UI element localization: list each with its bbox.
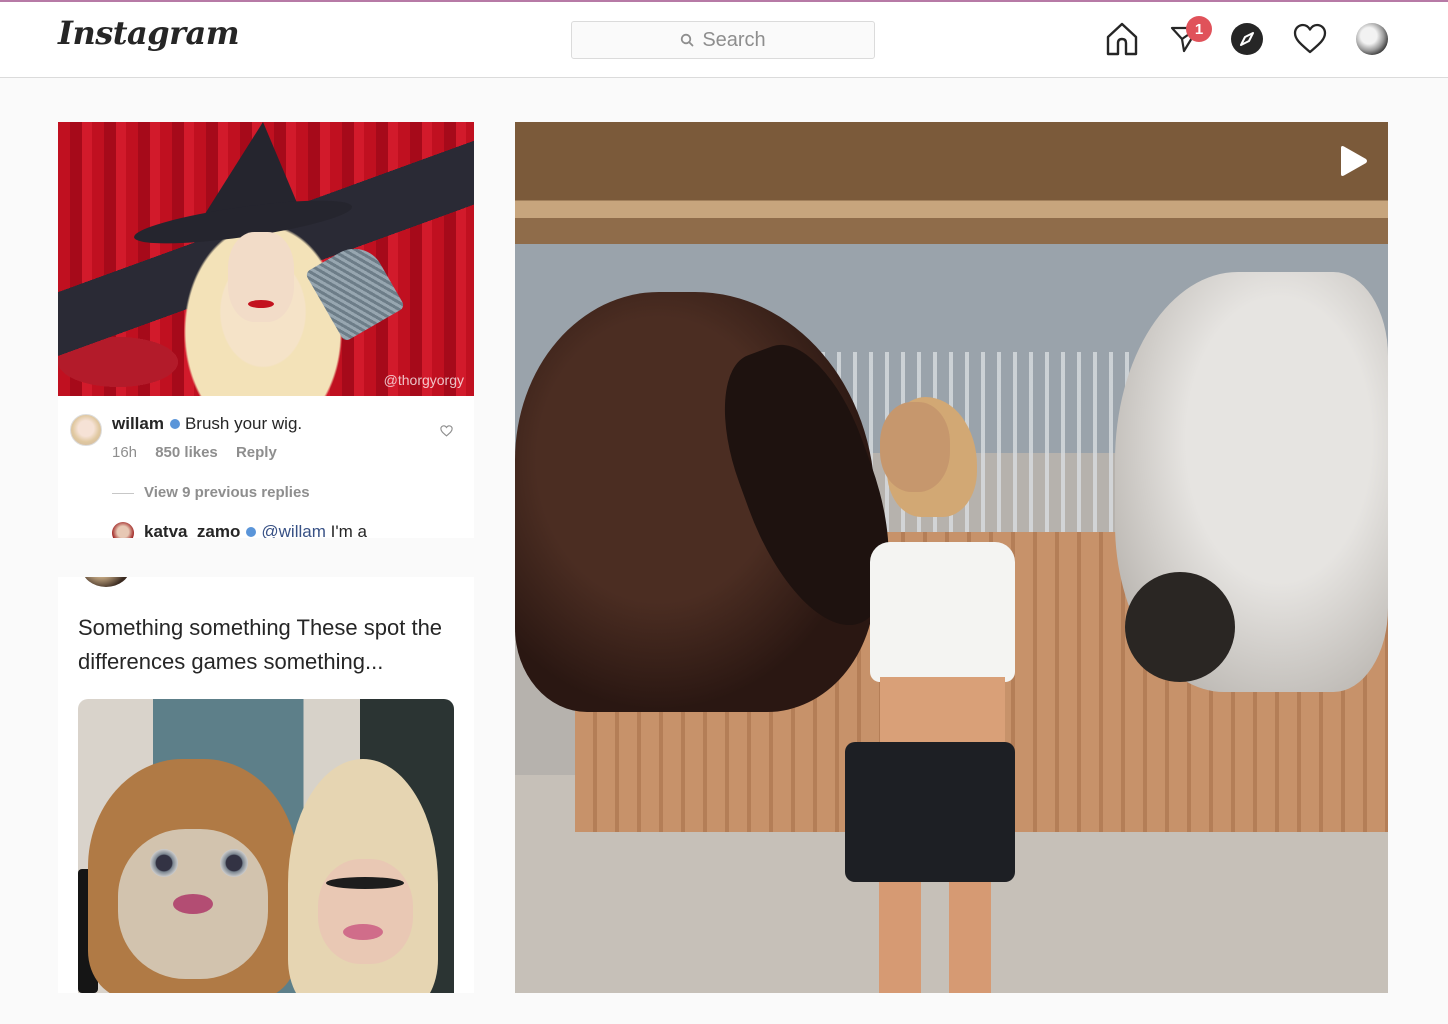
notification-badge: 1: [1186, 16, 1212, 42]
verified-badge-icon: [246, 527, 257, 538]
reply-avatar[interactable]: [112, 522, 134, 538]
search-icon: [681, 33, 694, 47]
post-card-text: Something something These spot the diffe…: [58, 577, 474, 993]
heart-icon: [440, 425, 453, 437]
face-shape: [228, 232, 294, 322]
view-replies-link[interactable]: View 9 previous replies: [112, 484, 310, 501]
search-input[interactable]: Search: [571, 21, 875, 59]
post-image-dolls[interactable]: [78, 699, 454, 993]
doll-eye-shape: [150, 849, 178, 877]
person-shorts-shape: [845, 742, 1015, 882]
reply-username[interactable]: katva_zamo: [144, 522, 240, 538]
image-watermark: @thorgyorgy: [383, 372, 464, 388]
author-avatar[interactable]: [82, 577, 130, 587]
post-text: Something something These spot the diffe…: [78, 615, 443, 674]
home-button[interactable]: [1101, 18, 1143, 60]
comment-likes[interactable]: 850 likes: [155, 444, 218, 461]
comment-line: willam Brush your wig.: [112, 414, 302, 434]
person-top-shape: [870, 542, 1015, 682]
activity-button[interactable]: [1289, 18, 1331, 60]
white-horse-muzzle-shape: [1125, 572, 1235, 682]
doll-lips-shape: [173, 894, 213, 914]
broom-shape: [304, 237, 406, 343]
queen-lips-shape: [343, 924, 383, 940]
lips-shape: [248, 300, 274, 308]
doll-eye-shape: [220, 849, 248, 877]
post-card-witch: @thorgyorgy willam Brush your wig. 16h 85…: [58, 122, 474, 538]
reply-text: I'm a: [330, 522, 367, 538]
reply-button[interactable]: Reply: [236, 444, 277, 461]
heart-icon: [1293, 23, 1327, 54]
comment-thread: willam Brush your wig. 16h 850 likes Repl…: [58, 396, 474, 538]
comment-meta: 16h 850 likes Reply: [112, 444, 291, 461]
home-icon: [1106, 22, 1138, 56]
person-head-shape: [880, 402, 950, 492]
reply-mention[interactable]: @willam: [261, 522, 325, 538]
instagram-logo[interactable]: Instagram: [58, 14, 240, 52]
play-button[interactable]: [1336, 144, 1370, 183]
profile-button[interactable]: [1351, 18, 1393, 60]
queen-brow-shape: [326, 877, 404, 889]
comment-text: Brush your wig.: [184, 414, 303, 433]
queen-face-shape: [318, 859, 413, 964]
profile-avatar: [1356, 23, 1388, 55]
person-legs-shape: [865, 882, 1005, 993]
verified-badge-icon: [169, 419, 180, 430]
comment-like-button[interactable]: [440, 424, 453, 442]
post-image-witch[interactable]: @thorgyorgy: [58, 122, 474, 396]
play-icon: [1341, 146, 1367, 176]
search-placeholder: Search: [702, 28, 766, 51]
comment-username[interactable]: willam: [112, 414, 164, 433]
commenter-avatar[interactable]: [70, 414, 102, 446]
comment-time: 16h: [112, 444, 138, 461]
post-video-horses[interactable]: [515, 122, 1388, 993]
explore-icon: [1231, 23, 1263, 55]
explore-button[interactable]: [1226, 18, 1268, 60]
reply-line: katva_zamo @willam I'm a: [144, 522, 367, 538]
